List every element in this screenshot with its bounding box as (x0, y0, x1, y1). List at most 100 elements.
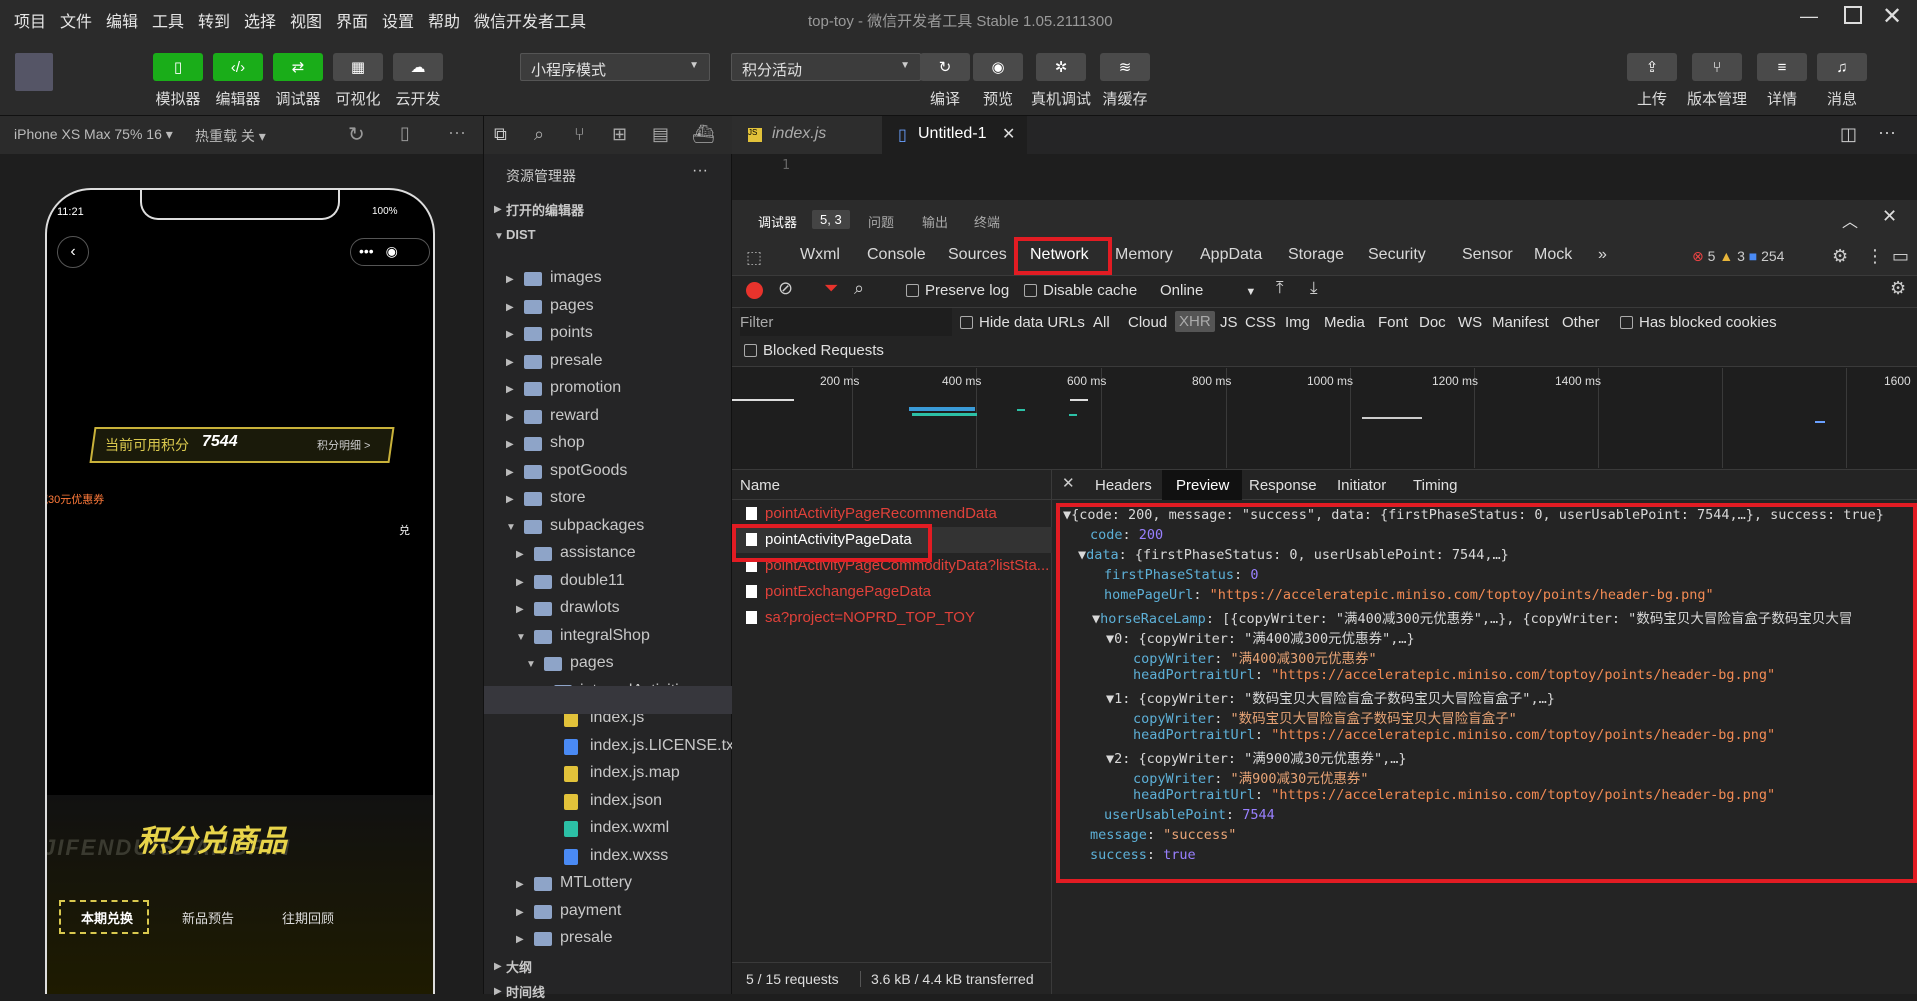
tree-item[interactable]: index.js.LICENSE.txt (590, 737, 739, 755)
cloud-dev-button[interactable]: ☁ (393, 53, 443, 81)
compile-button[interactable]: ↻ (920, 53, 970, 81)
preview-button[interactable]: ◉ (973, 53, 1023, 81)
points-detail-link[interactable]: 积分明细 > (317, 437, 370, 453)
disable-cache-checkbox[interactable]: Disable cache (1024, 282, 1137, 299)
open-editors-section[interactable]: 打开的编辑器 (506, 200, 584, 219)
storage-icon[interactable]: ▤ (652, 124, 669, 145)
menu-view[interactable]: 视图 (290, 8, 322, 32)
menu-select[interactable]: 选择 (244, 8, 276, 32)
menu-project[interactable]: 项目 (14, 8, 46, 32)
simulator-toggle-button[interactable]: ▯ (153, 53, 203, 81)
more-vert-icon[interactable]: ⋮ (1866, 246, 1884, 267)
close-icon[interactable]: ✕ (1002, 124, 1015, 144)
export-har-icon[interactable]: ⤓ (1310, 278, 1318, 298)
tab-terminal[interactable]: 终端 (974, 212, 1000, 231)
filter-input[interactable]: Filter (740, 308, 952, 336)
blocked-cookies-checkbox[interactable]: Has blocked cookies (1620, 314, 1777, 331)
panel-memory[interactable]: Memory (1115, 246, 1173, 264)
visual-toggle-button[interactable]: ▦ (333, 53, 383, 81)
tree-item[interactable]: pages (570, 654, 614, 672)
menu-goto[interactable]: 转到 (198, 8, 230, 32)
blocked-requests-checkbox[interactable]: Blocked Requests (744, 342, 884, 359)
type-js[interactable]: JS (1220, 314, 1238, 331)
remote-debug-button[interactable]: ✲ (1036, 53, 1086, 81)
tab-index-js[interactable]: JS index.js (732, 116, 882, 154)
close-detail-icon[interactable]: ✕ (1062, 474, 1075, 492)
type-img[interactable]: Img (1285, 314, 1310, 331)
menu-wechat-devtools[interactable]: 微信开发者工具 (474, 8, 586, 32)
upload-button[interactable]: ⇪ (1627, 53, 1677, 81)
tree-item[interactable]: promotion (550, 379, 621, 397)
type-media[interactable]: Media (1324, 314, 1365, 331)
detail-tab-timing[interactable]: Timing (1413, 477, 1457, 494)
panel-storage[interactable]: Storage (1288, 246, 1344, 264)
type-font[interactable]: Font (1378, 314, 1408, 331)
maximize-icon[interactable] (1844, 6, 1862, 24)
more-icon[interactable]: ··· (1878, 122, 1896, 143)
type-xhr[interactable]: XHR (1175, 311, 1215, 332)
back-icon[interactable]: ‹ (57, 236, 89, 268)
extensions-icon[interactable]: ⊞ (612, 124, 627, 145)
phone-icon[interactable]: ▯ (400, 123, 410, 144)
inspect-icon[interactable]: ⬚ (746, 248, 762, 268)
tree-item[interactable]: double11 (560, 572, 625, 590)
panel-appdata[interactable]: AppData (1200, 246, 1262, 264)
tree-item[interactable]: presale (550, 352, 602, 370)
tree-item[interactable]: reward (550, 407, 599, 425)
hot-reload-select[interactable]: 热重载 关 ▾ (195, 126, 266, 146)
tab-output[interactable]: 输出 (922, 212, 948, 231)
compile-select[interactable]: 积分活动 ▼ (731, 53, 921, 81)
import-har-icon[interactable]: ⤒ (1276, 278, 1284, 298)
panel-security[interactable]: Security (1368, 246, 1426, 264)
menu-ui[interactable]: 界面 (336, 8, 368, 32)
capsule-button[interactable]: ••• ◉ (350, 238, 430, 266)
type-doc[interactable]: Doc (1419, 314, 1446, 331)
messages-button[interactable]: ♫ (1817, 53, 1867, 81)
type-manifest[interactable]: Manifest (1492, 314, 1549, 331)
files-icon[interactable]: ⧉ (494, 124, 507, 145)
avatar[interactable] (15, 53, 53, 91)
throttle-select[interactable]: Online ▼ (1160, 282, 1256, 299)
chevron-up-icon[interactable]: ︿ (1842, 208, 1858, 232)
type-other[interactable]: Other (1562, 314, 1600, 331)
type-cloud[interactable]: Cloud (1128, 314, 1167, 331)
search-icon[interactable]: ⌕ (854, 278, 864, 299)
tab-history[interactable]: 往期回顾 (282, 908, 334, 927)
record-icon[interactable] (746, 282, 763, 299)
panel-mock[interactable]: Mock (1534, 246, 1572, 264)
editor-toggle-button[interactable]: ‹/› (213, 53, 263, 81)
search-icon[interactable]: ⌕ (534, 124, 544, 145)
timeline-section[interactable]: 时间线 (506, 982, 545, 1001)
tab-untitled[interactable]: ▯ Untitled-1 ✕ (882, 116, 1027, 154)
mode-select[interactable]: 小程序模式 ▼ (520, 53, 710, 81)
tree-item[interactable]: store (550, 489, 586, 507)
type-all[interactable]: All (1093, 314, 1110, 331)
tree-item[interactable]: index.wxss (590, 847, 668, 865)
filter-icon[interactable]: ⏷ (824, 278, 838, 299)
tree-item[interactable]: MTLottery (560, 874, 632, 892)
panel-console[interactable]: Console (867, 246, 926, 264)
details-button[interactable]: ≡ (1757, 53, 1807, 81)
request-row[interactable]: pointActivityPageRecommendData (746, 505, 997, 522)
tree-item[interactable]: spotGoods (550, 462, 627, 480)
debugger-toggle-button[interactable]: ⇄ (273, 53, 323, 81)
side-exchange[interactable]: 兑 (399, 522, 410, 538)
device-select[interactable]: iPhone XS Max 75% 16 ▾ (14, 126, 173, 143)
menu-file[interactable]: 文件 (60, 8, 92, 32)
clear-cache-button[interactable]: ≋ (1100, 53, 1150, 81)
tree-item[interactable]: shop (550, 434, 585, 452)
detail-tab-preview[interactable]: Preview (1176, 477, 1229, 494)
dist-root[interactable]: DIST (506, 227, 536, 242)
preserve-log-checkbox[interactable]: Preserve log (906, 282, 1009, 299)
more-panels-icon[interactable]: » (1598, 246, 1607, 264)
menu-edit[interactable]: 编辑 (106, 8, 138, 32)
tree-item[interactable]: integralShop (560, 627, 650, 645)
more-icon[interactable]: ··· (448, 122, 466, 143)
git-icon[interactable]: ⑂ (574, 124, 585, 145)
detail-tab-response[interactable]: Response (1249, 477, 1317, 494)
dock-icon[interactable]: ▭ (1892, 246, 1909, 267)
tree-item[interactable]: assistance (560, 544, 636, 562)
error-count[interactable]: ⊗ 5 ▲ 3 ■ 254 (1692, 248, 1784, 265)
tree-item[interactable]: drawlots (560, 599, 620, 617)
minimize-icon[interactable]: — (1800, 6, 1818, 27)
